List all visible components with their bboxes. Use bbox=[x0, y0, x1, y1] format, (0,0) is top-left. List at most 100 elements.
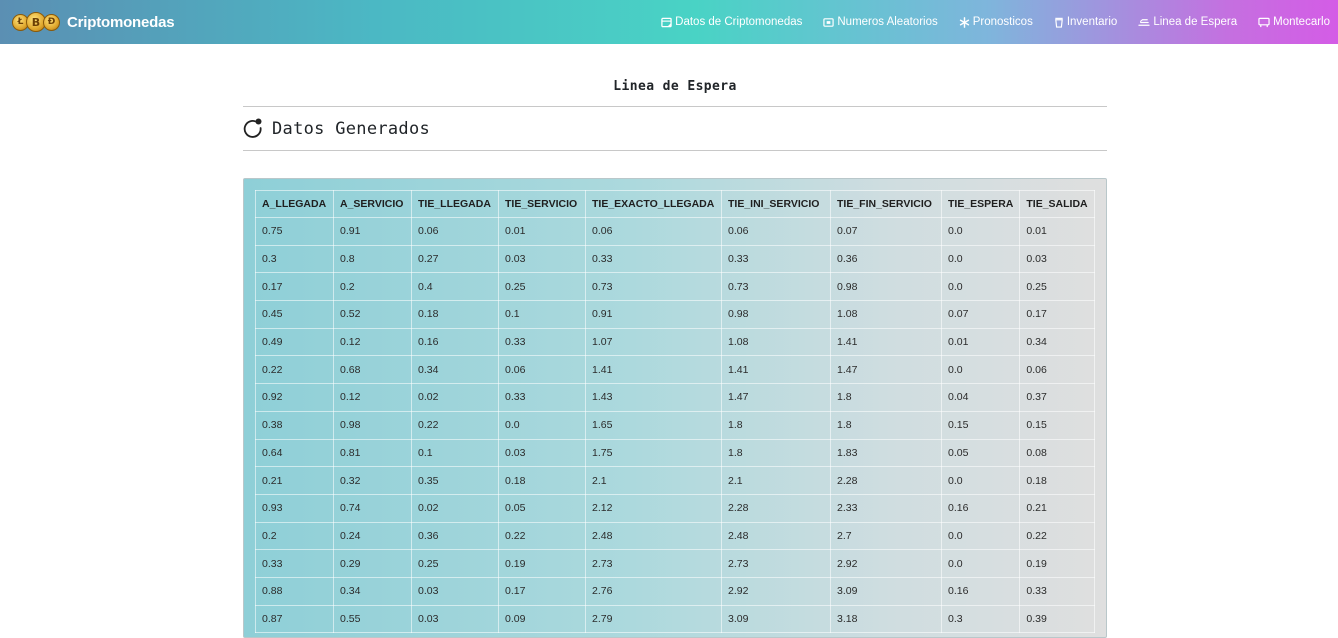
table-cell: 0.24 bbox=[333, 521, 412, 551]
table-cell: 2.73 bbox=[585, 549, 722, 578]
table-cell: 0.38 bbox=[255, 410, 334, 440]
table-cell: 1.41 bbox=[721, 355, 831, 385]
table-cell: 2.79 bbox=[585, 604, 722, 634]
table-cell: 0.15 bbox=[940, 410, 1021, 440]
divider bbox=[243, 150, 1107, 151]
nav-item-label: Linea de Espera bbox=[1153, 16, 1238, 28]
table-cell: 0.98 bbox=[830, 272, 942, 302]
nav-item-linea-de-espera[interactable]: Linea de Espera bbox=[1138, 16, 1237, 28]
page-title: Linea de Espera bbox=[613, 79, 737, 94]
column-header: TIE_SALIDA bbox=[1019, 190, 1095, 218]
table-cell: 0.0 bbox=[940, 466, 1021, 495]
table-cell: 0.68 bbox=[333, 355, 412, 385]
column-header: A_LLEGADA bbox=[255, 190, 334, 218]
loading-icon bbox=[243, 118, 262, 138]
table-cell: 0.07 bbox=[940, 300, 1021, 329]
table-cell: 0.88 bbox=[255, 576, 334, 606]
table-cell: 1.8 bbox=[721, 410, 831, 440]
table-cell: 0.07 bbox=[830, 217, 942, 246]
nav-menu: Datos de Criptomonedas Numeros Aleatorio… bbox=[640, 0, 1330, 44]
table-header-row: A_LLEGADA A_SERVICIO TIE_LLEGADA TIE_SER… bbox=[255, 190, 1095, 218]
table-cell: 0.22 bbox=[1019, 521, 1095, 551]
table-cell: 0.34 bbox=[411, 355, 499, 385]
table-cell: 3.09 bbox=[721, 604, 831, 634]
table-cell: 1.41 bbox=[830, 327, 942, 357]
table-cell: 0.49 bbox=[255, 327, 334, 357]
table-cell: 0.55 bbox=[333, 604, 412, 634]
column-header: TIE_LLEGADA bbox=[411, 190, 499, 218]
table-cell: 2.1 bbox=[585, 466, 722, 495]
column-header: TIE_EXACTO_LLEGADA bbox=[585, 190, 722, 218]
nav-item-numeros-aleatorios[interactable]: Numeros Aleatorios bbox=[823, 16, 938, 28]
table-cell: 0.21 bbox=[255, 466, 334, 495]
table-row: 0.49 0.12 0.16 0.33 1.07 1.08 1.41 0.01 0.34 bbox=[255, 327, 1095, 357]
table-cell: 0.29 bbox=[333, 549, 412, 578]
table-row: 0.22 0.68 0.34 0.06 1.41 1.41 1.47 0.0 0.06 bbox=[255, 355, 1095, 385]
section-header: Datos Generados bbox=[243, 107, 1107, 150]
table-cell: 0.8 bbox=[333, 244, 412, 274]
monitor-icon bbox=[1258, 17, 1270, 27]
table-cell: 0.25 bbox=[1019, 272, 1095, 302]
table-row: 0.21 0.32 0.35 0.18 2.1 2.1 2.28 0.0 0.18 bbox=[255, 466, 1095, 495]
data-table: A_LLEGADA A_SERVICIO TIE_LLEGADA TIE_SER… bbox=[255, 190, 1095, 634]
table-cell: 0.19 bbox=[498, 549, 586, 578]
nav-item-label: Montecarlo bbox=[1273, 16, 1330, 28]
table-cell: 0.16 bbox=[940, 493, 1021, 523]
table-row: 0.3 0.8 0.27 0.03 0.33 0.33 0.36 0.0 0.03 bbox=[255, 244, 1095, 274]
table-cell: 0.1 bbox=[411, 438, 499, 468]
table-cell: 0.98 bbox=[721, 300, 831, 329]
table-cell: 0.75 bbox=[255, 217, 334, 246]
table-cell: 1.65 bbox=[585, 410, 722, 440]
table-cell: 1.83 bbox=[830, 438, 942, 468]
table-cell: 0.3 bbox=[940, 604, 1021, 634]
table-cell: 0.98 bbox=[333, 410, 412, 440]
nav-item-inventario[interactable]: Inventario bbox=[1054, 16, 1118, 28]
table-cell: 0.39 bbox=[1019, 604, 1095, 634]
table-cell: 0.3 bbox=[255, 244, 334, 274]
table-cell: 0.03 bbox=[498, 244, 586, 274]
table-cell: 0.34 bbox=[1019, 327, 1095, 357]
table-cell: 0.04 bbox=[940, 383, 1021, 412]
table-cell: 1.07 bbox=[585, 327, 722, 357]
nav-item-label: Pronosticos bbox=[972, 16, 1033, 28]
data-table-card: A_LLEGADA A_SERVICIO TIE_LLEGADA TIE_SER… bbox=[243, 178, 1107, 638]
table-cell: 1.47 bbox=[721, 383, 831, 412]
table-cell: 0.01 bbox=[1019, 217, 1095, 246]
table-cell: 0.74 bbox=[333, 493, 412, 523]
table-cell: 0.0 bbox=[498, 410, 586, 440]
nav-item-label: Numeros Aleatorios bbox=[837, 16, 938, 28]
table-cell: 2.76 bbox=[585, 576, 722, 606]
table-cell: 0.22 bbox=[498, 521, 586, 551]
table-cell: 0.12 bbox=[333, 327, 412, 357]
table-row: 0.64 0.81 0.1 0.03 1.75 1.8 1.83 0.05 0.08 bbox=[255, 438, 1095, 468]
table-row: 0.75 0.91 0.06 0.01 0.06 0.06 0.07 0.0 0.01 bbox=[255, 217, 1095, 246]
table-cell: 0.33 bbox=[498, 383, 586, 412]
table-cell: 0.16 bbox=[940, 576, 1021, 606]
nav-item-label: Inventario bbox=[1066, 16, 1118, 28]
table-cell: 0.34 bbox=[333, 576, 412, 606]
column-header: A_SERVICIO bbox=[333, 190, 412, 218]
table-cell: 0.92 bbox=[255, 383, 334, 412]
table-cell: 2.28 bbox=[830, 466, 942, 495]
table-cell: 0.17 bbox=[255, 272, 334, 302]
table-cell: 0.02 bbox=[411, 493, 499, 523]
column-header: TIE_INI_SERVICIO bbox=[721, 190, 831, 218]
nav-item-datos-criptomonedas[interactable]: Datos de Criptomonedas bbox=[661, 16, 802, 28]
table-row: 0.33 0.29 0.25 0.19 2.73 2.73 2.92 0.0 0.19 bbox=[255, 549, 1095, 578]
column-header: TIE_ESPERA bbox=[940, 190, 1021, 218]
table-cell: 0.36 bbox=[830, 244, 942, 274]
table-cell: 2.73 bbox=[721, 549, 831, 578]
nav-item-montecarlo[interactable]: Montecarlo bbox=[1258, 16, 1330, 28]
table-cell: 0.22 bbox=[411, 410, 499, 440]
navbar: Ł B Ð Criptomonedas Datos de Criptomoned… bbox=[0, 0, 1338, 44]
table-cell: 0.05 bbox=[940, 438, 1021, 468]
table-cell: 0.06 bbox=[721, 217, 831, 246]
table-cell: 0.09 bbox=[498, 604, 586, 634]
table-row: 0.93 0.74 0.02 0.05 2.12 2.28 2.33 0.16 0.21 bbox=[255, 493, 1095, 523]
table-cell: 0.22 bbox=[255, 355, 334, 385]
table-cell: 2.48 bbox=[721, 521, 831, 551]
table-cell: 1.8 bbox=[830, 383, 942, 412]
brand-link[interactable]: Ł B Ð Criptomonedas bbox=[12, 12, 175, 32]
nav-item-pronosticos[interactable]: Pronosticos bbox=[959, 16, 1033, 28]
table-cell: 0.0 bbox=[940, 244, 1021, 274]
